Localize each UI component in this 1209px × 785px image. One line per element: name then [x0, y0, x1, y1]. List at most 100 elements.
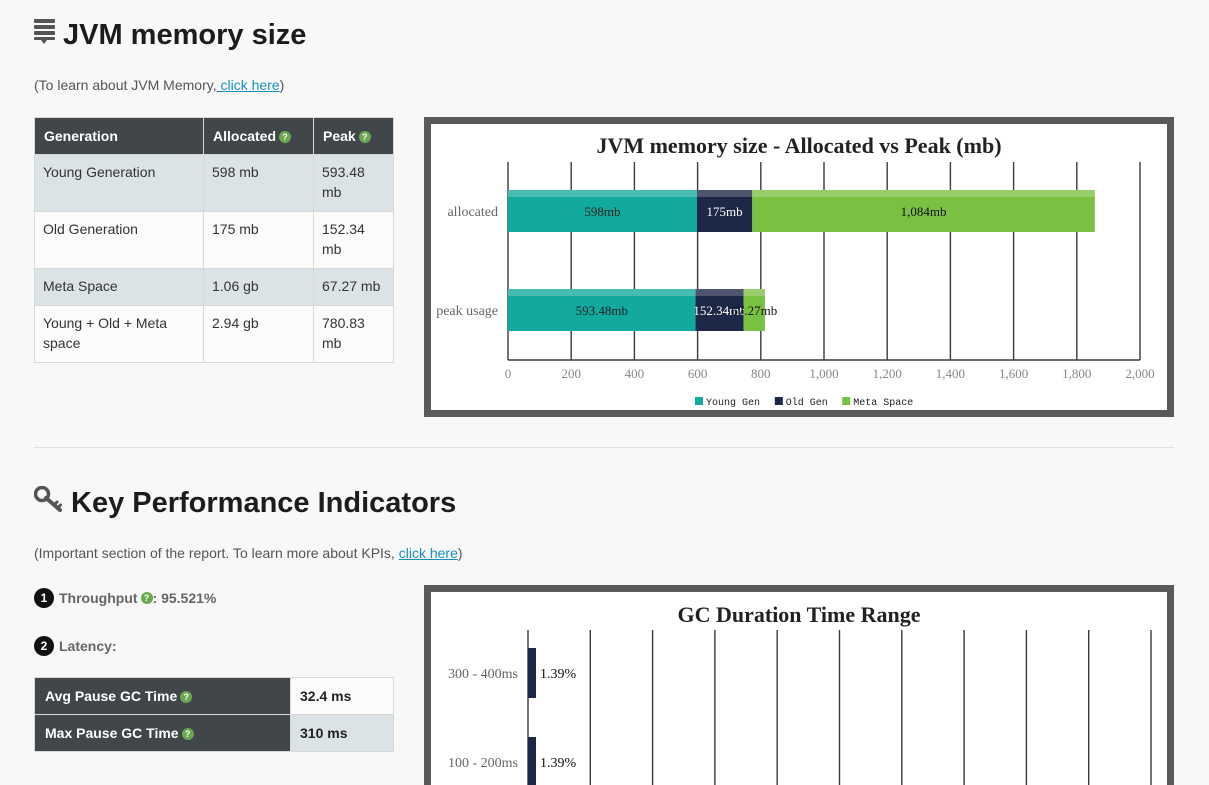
jvm-memory-table: Generation Allocated? Peak? Young Genera… — [34, 117, 394, 363]
kpi-note-text: (Important section of the report. To lea… — [34, 545, 399, 561]
throughput-label: Throughput — [59, 590, 138, 606]
avg-pause-value: 32.4 ms — [290, 677, 394, 715]
latency-label: Latency: — [59, 638, 117, 654]
x-tick-label: 800 — [751, 366, 771, 381]
cell-allocated: 175 mb — [203, 211, 314, 269]
data-label: 67.27mb — [731, 303, 777, 318]
kpi-note-close: ) — [457, 545, 463, 561]
chart-title: JVM memory size - Allocated vs Peak (mb) — [596, 133, 1001, 158]
data-label: 593.48mb — [576, 303, 628, 318]
cell-generation: Meta Space — [34, 268, 204, 306]
category-label: peak usage — [436, 304, 498, 319]
table-row: Young + Old + Meta space 2.94 gb 780.83 … — [34, 305, 394, 363]
jvm-memory-title-text: JVM memory size — [63, 18, 307, 51]
x-tick-label: 200 — [561, 366, 581, 381]
col-allocated: Allocated? — [203, 117, 314, 155]
data-label: 1.39% — [540, 667, 577, 682]
throughput-kpi: 1 Throughput? : 95.521% — [34, 588, 216, 608]
legend-label: Young Gen — [706, 398, 760, 409]
bar — [528, 648, 536, 698]
legend-swatch — [842, 397, 851, 405]
memory-chart: JVM memory size - Allocated vs Peak (mb)… — [436, 133, 1154, 409]
max-pause-label-cell: Max Pause GC Time? — [34, 714, 291, 752]
cell-peak: 67.27 mb — [313, 268, 394, 306]
table-row: Avg Pause GC Time? 32.4 ms — [34, 677, 394, 715]
help-icon[interactable]: ? — [180, 691, 193, 704]
legend-swatch — [774, 397, 783, 405]
cell-peak: 780.83 mb — [313, 305, 394, 363]
x-tick-label: 1,600 — [999, 366, 1028, 381]
x-tick-label: 2,000 — [1125, 366, 1154, 381]
legend-swatch — [695, 397, 703, 405]
memory-chart-frame: JVM memory size - Allocated vs Peak (mb)… — [424, 117, 1174, 417]
data-label: 598mb — [584, 204, 620, 219]
bar-highlight — [743, 289, 765, 296]
kpi-note: (Important section of the report. To lea… — [34, 545, 463, 561]
col-peak-label: Peak — [323, 128, 356, 144]
col-generation-label: Generation — [44, 128, 118, 144]
table-row: Young Generation 598 mb 593.48 mb — [34, 154, 394, 212]
cell-allocated: 1.06 gb — [203, 268, 314, 306]
cell-peak: 593.48 mb — [313, 154, 394, 212]
x-tick-label: 1,800 — [1062, 366, 1091, 381]
data-label: 175mb — [707, 204, 743, 219]
key-icon — [33, 485, 63, 520]
jvm-memory-title: JVM memory size — [34, 18, 306, 52]
data-label: 1.39% — [540, 756, 577, 771]
gc-duration-chart: GC Duration Time Range 300 - 400ms 1.39% 10… — [448, 602, 1152, 785]
bar-highlight — [508, 190, 697, 197]
help-icon[interactable]: ? — [358, 131, 371, 144]
cell-peak: 152.34 mb — [313, 211, 394, 269]
help-icon[interactable]: ? — [279, 131, 292, 144]
x-tick-label: 400 — [625, 366, 645, 381]
table-row: Old Generation 175 mb 152.34 mb — [34, 211, 394, 269]
col-peak: Peak? — [313, 117, 394, 155]
legend-label: Old Gen — [786, 397, 828, 409]
cell-generation: Old Generation — [34, 211, 204, 269]
pause-time-table: Avg Pause GC Time? 32.4 ms Max Pause GC … — [34, 677, 394, 752]
jvm-memory-note-text: (To learn about JVM Memory, — [34, 77, 217, 93]
server-stack-icon — [34, 18, 55, 52]
jvm-memory-note-close: ) — [279, 77, 285, 93]
avg-pause-label-cell: Avg Pause GC Time? — [34, 677, 291, 715]
category-label: 100 - 200ms — [448, 756, 518, 771]
chart-title: GC Duration Time Range — [677, 602, 920, 627]
col-generation: Generation — [34, 117, 204, 155]
kpi-title-text: Key Performance Indicators — [71, 486, 457, 519]
col-allocated-label: Allocated — [213, 128, 277, 144]
jvm-memory-note: (To learn about JVM Memory, click here) — [34, 77, 284, 93]
category-label: allocated — [447, 205, 498, 220]
cell-allocated: 598 mb — [203, 154, 314, 212]
bar — [528, 737, 536, 785]
x-tick-label: 1,000 — [809, 366, 838, 381]
x-tick-label: 1,400 — [936, 366, 965, 381]
kpi-title: Key Performance Indicators — [33, 485, 457, 520]
x-tick-label: 0 — [505, 366, 512, 381]
x-tick-label: 1,200 — [873, 366, 902, 381]
kpi-number-badge: 1 — [34, 588, 54, 608]
jvm-memory-learn-link[interactable]: click here — [217, 77, 279, 93]
table-row: Max Pause GC Time? 310 ms — [34, 714, 394, 752]
x-tick-label: 600 — [688, 366, 708, 381]
data-label: 1,084mb — [901, 204, 947, 219]
bar-highlight — [695, 289, 744, 296]
kpi-number-badge: 2 — [34, 636, 54, 656]
max-pause-value: 310 ms — [290, 714, 394, 752]
jvm-memory-table-header: Generation Allocated? Peak? — [34, 117, 394, 155]
kpi-learn-link[interactable]: click here — [399, 545, 458, 561]
table-row: Meta Space 1.06 gb 67.27 mb — [34, 268, 394, 306]
bar-highlight — [508, 289, 696, 296]
help-icon[interactable]: ? — [181, 728, 194, 741]
throughput-value: : 95.521% — [152, 590, 217, 606]
category-label: 300 - 400ms — [448, 667, 518, 682]
help-icon[interactable]: ? — [140, 592, 153, 604]
cell-generation: Young Generation — [34, 154, 204, 212]
latency-kpi: 2 Latency: — [34, 636, 117, 656]
legend-label: Meta Space — [853, 398, 913, 409]
max-pause-label: Max Pause GC Time — [45, 725, 179, 741]
section-divider — [34, 447, 1174, 448]
cell-allocated: 2.94 gb — [203, 305, 314, 363]
cell-generation: Young + Old + Meta space — [34, 305, 204, 363]
gc-duration-chart-frame: GC Duration Time Range 300 - 400ms 1.39% 10… — [424, 585, 1174, 785]
bar-highlight — [752, 190, 1095, 197]
